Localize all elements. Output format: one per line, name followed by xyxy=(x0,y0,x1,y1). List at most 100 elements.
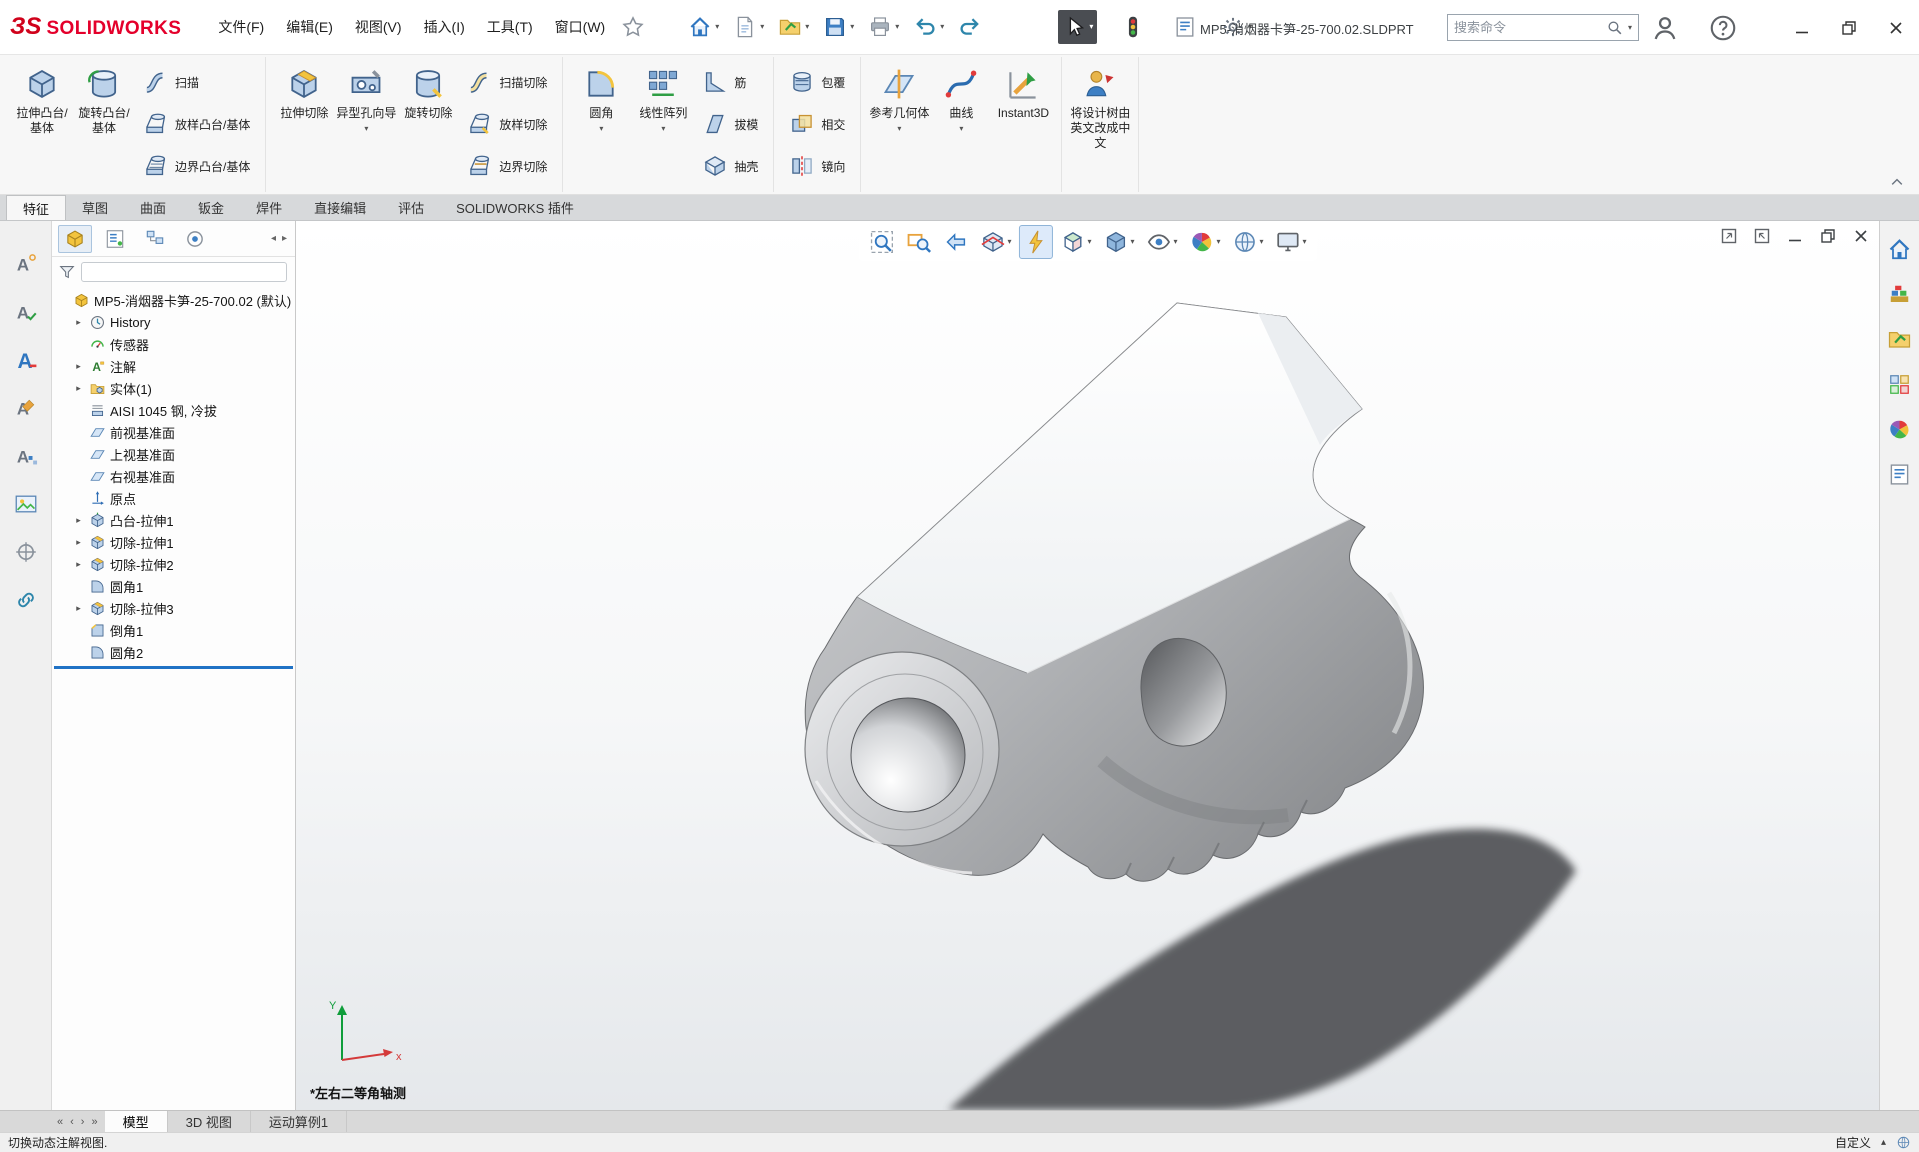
model-part[interactable] xyxy=(804,302,1424,882)
view-settings-button[interactable]: ▾ xyxy=(1271,225,1311,259)
dropdown-caret-icon[interactable]: ▾ xyxy=(1217,238,1221,246)
dropdown-caret-icon[interactable]: ▾ xyxy=(760,23,764,31)
ribbon-hole-wizard-button[interactable]: 异型孔向导 ▾ xyxy=(335,57,397,191)
tree-item-15[interactable]: 倒角1 xyxy=(52,619,295,641)
tree-item-10[interactable]: ▸ 凸台-拉伸1 xyxy=(52,509,295,531)
ribbon-revolve-boss-button[interactable]: 旋转凸台/基体 xyxy=(73,57,135,191)
next-document-window-button[interactable] xyxy=(1752,226,1772,251)
expand-arrow-icon[interactable]: ▸ xyxy=(72,317,85,328)
dropdown-caret-icon[interactable]: ▾ xyxy=(895,23,899,31)
previous-view-button[interactable] xyxy=(938,225,972,259)
bottom-tab-1[interactable]: 3D 视图 xyxy=(168,1111,251,1132)
expand-arrow-icon[interactable]: ▸ xyxy=(72,383,85,394)
tree-item-16[interactable]: 圆角2 xyxy=(52,641,295,663)
search-dropdown-icon[interactable]: ▾ xyxy=(1628,23,1632,32)
ribbon-tab-0[interactable]: 特征 xyxy=(6,195,67,220)
zoom-to-fit-button[interactable] xyxy=(864,225,898,259)
redo-button[interactable] xyxy=(954,10,986,44)
tab-scroll-0[interactable]: « xyxy=(54,1116,66,1128)
ribbon-intersect-button[interactable]: 相交 xyxy=(781,103,853,145)
dropdown-caret-icon[interactable]: ▾ xyxy=(1089,23,1093,31)
account-button[interactable] xyxy=(1650,13,1680,43)
format-painter-button[interactable]: A xyxy=(13,395,39,426)
tree-item-6[interactable]: 前视基准面 xyxy=(52,421,295,443)
dropdown-caret-icon[interactable]: ▾ xyxy=(1303,238,1307,246)
hide-show-items-button[interactable]: ▾ xyxy=(1141,225,1181,259)
menu-item-0[interactable]: 文件(F) xyxy=(207,9,275,45)
select-button[interactable]: ▾ xyxy=(1058,10,1098,44)
tree-item-4[interactable]: ▸ 实体(1) xyxy=(52,377,295,399)
ribbon-collapse-icon[interactable] xyxy=(1887,174,1907,190)
ribbon-tab-1[interactable]: 草图 xyxy=(66,195,124,220)
tree-item-7[interactable]: 上视基准面 xyxy=(52,443,295,465)
expand-arrow-icon[interactable]: ▸ xyxy=(72,361,85,372)
file-properties-button[interactable] xyxy=(1169,10,1201,44)
tree-item-0[interactable]: MP5-消烟器卡笋-25-700.02 (默认) << xyxy=(52,289,295,311)
customize-label[interactable]: 自定义 xyxy=(1835,1134,1871,1151)
menu-item-2[interactable]: 视图(V) xyxy=(344,9,413,45)
fm-scroll-right-icon[interactable]: ▸ xyxy=(280,231,289,246)
hyperlink-button[interactable] xyxy=(13,587,39,618)
open-document-button[interactable]: ▾ xyxy=(774,10,813,44)
tree-item-3[interactable]: ▸ A 注解 xyxy=(52,355,295,377)
ribbon-fillet-button[interactable]: 圆角 ▾ xyxy=(570,57,632,191)
ribbon-ref-geometry-button[interactable]: 参考几何体 ▾ xyxy=(868,57,930,191)
print-button[interactable]: ▾ xyxy=(864,10,903,44)
minimize-document-button[interactable] xyxy=(1785,226,1805,251)
rollback-bar[interactable] xyxy=(54,666,293,669)
section-view-button[interactable]: ▾ xyxy=(975,225,1015,259)
custom-properties-button[interactable] xyxy=(1887,462,1912,492)
ribbon-tab-3[interactable]: 钣金 xyxy=(182,195,240,220)
menu-item-1[interactable]: 编辑(E) xyxy=(275,9,344,45)
annotation-note-button[interactable]: A xyxy=(13,251,39,282)
command-search[interactable]: ▾ xyxy=(1447,14,1639,41)
restore-window-button[interactable] xyxy=(1825,0,1872,55)
file-explorer-button[interactable] xyxy=(1887,327,1912,357)
favorites-star-icon[interactable] xyxy=(620,14,646,40)
dropdown-caret-icon[interactable]: ▾ xyxy=(897,125,901,133)
ribbon-loft-button[interactable]: 放样凸台/基体 xyxy=(135,103,258,145)
annotation-pattern-button[interactable]: A xyxy=(13,443,39,474)
ribbon-extrude-cut-button[interactable]: 拉伸切除 xyxy=(273,57,335,191)
dropdown-caret-icon[interactable]: ▾ xyxy=(1173,238,1177,246)
close-document-button[interactable] xyxy=(1851,226,1871,251)
ribbon-tab-4[interactable]: 焊件 xyxy=(240,195,298,220)
solidworks-resources-button[interactable] xyxy=(1887,237,1912,267)
dropdown-caret-icon[interactable]: ▾ xyxy=(959,125,963,133)
dynamic-annotation-views-button[interactable] xyxy=(1018,225,1053,259)
search-icon[interactable] xyxy=(1606,19,1624,37)
expand-arrow-icon[interactable]: ▸ xyxy=(72,603,85,614)
minimize-window-button[interactable] xyxy=(1778,0,1825,55)
restore-document-button[interactable] xyxy=(1818,226,1838,251)
fm-tab-fm-config[interactable] xyxy=(138,225,172,253)
search-input[interactable] xyxy=(1454,20,1602,35)
ribbon-instant3d-button[interactable]: Instant3D xyxy=(992,57,1054,191)
format-style-button[interactable]: A xyxy=(13,347,39,378)
help-button[interactable] xyxy=(1708,13,1738,43)
dropdown-caret-icon[interactable]: ▾ xyxy=(1087,238,1091,246)
undo-button[interactable]: ▾ xyxy=(909,10,948,44)
dropdown-caret-icon[interactable]: ▾ xyxy=(805,23,809,31)
design-library-button[interactable] xyxy=(1887,282,1912,312)
dropdown-caret-icon[interactable]: ▾ xyxy=(599,125,603,133)
tab-scroll-3[interactable]: » xyxy=(88,1116,100,1128)
graphics-viewport[interactable]: ▾ ▾ ▾ ▾ ▾ ▾ ▾ Y x *左右二等角轴测 xyxy=(296,221,1879,1110)
view-palette-button[interactable] xyxy=(1887,372,1912,402)
edit-appearance-button[interactable]: ▾ xyxy=(1185,225,1225,259)
view-orientation-button[interactable]: ▾ xyxy=(1055,225,1095,259)
ribbon-sweep-cut-button[interactable]: 扫描切除 xyxy=(459,61,555,103)
ribbon-boundary-cut-button[interactable]: 边界切除 xyxy=(459,145,555,187)
ribbon-tab-6[interactable]: 评估 xyxy=(382,195,440,220)
datum-target-button[interactable] xyxy=(13,539,39,570)
expand-arrow-icon[interactable]: ▸ xyxy=(72,559,85,570)
expand-arrow-icon[interactable]: ▸ xyxy=(72,515,85,526)
tree-item-12[interactable]: ▸ 切除-拉伸2 xyxy=(52,553,295,575)
home-button[interactable]: ▾ xyxy=(684,10,723,44)
tree-item-9[interactable]: 原点 xyxy=(52,487,295,509)
dropdown-caret-icon[interactable]: ▾ xyxy=(715,23,719,31)
tree-item-11[interactable]: ▸ 切除-拉伸1 xyxy=(52,531,295,553)
ribbon-sweep-button[interactable]: 扫描 xyxy=(135,61,258,103)
fm-scroll-left-icon[interactable]: ◂ xyxy=(269,231,278,246)
ribbon-revolve-cut-button[interactable]: 旋转切除 xyxy=(397,57,459,191)
apply-scene-button[interactable]: ▾ xyxy=(1228,225,1268,259)
